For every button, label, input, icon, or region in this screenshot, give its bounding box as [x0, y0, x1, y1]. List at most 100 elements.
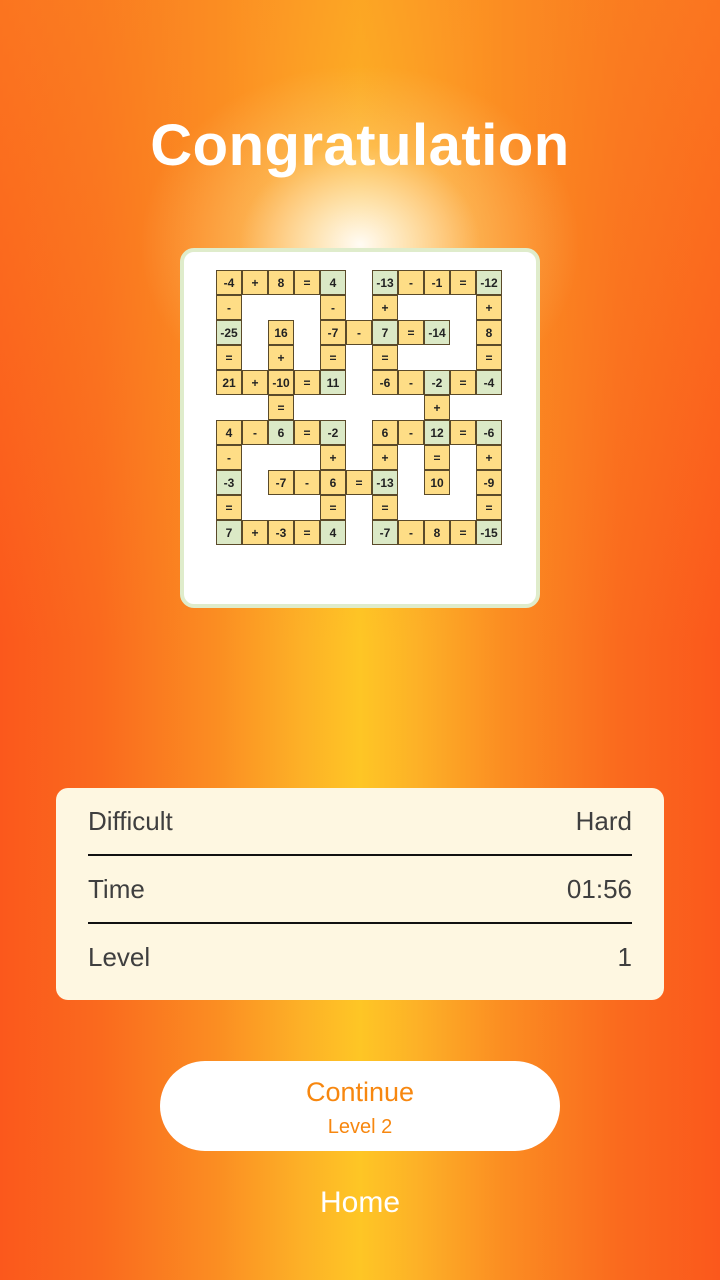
grid-cell: -	[320, 295, 346, 320]
grid-cell: +	[372, 445, 398, 470]
grid-cell: =	[294, 270, 320, 295]
stats-panel: Difficult Hard Time 01:56 Level 1	[56, 788, 664, 1000]
grid-empty	[424, 295, 450, 320]
grid-cell: -	[242, 420, 268, 445]
grid-cell: =	[450, 420, 476, 445]
grid-cell-result: 11	[320, 370, 346, 395]
grid-cell: -10	[268, 370, 294, 395]
grid-cell: -	[346, 320, 372, 345]
grid-empty	[294, 295, 320, 320]
grid-empty	[294, 495, 320, 520]
grid-empty	[346, 420, 372, 445]
grid-cell: +	[424, 395, 450, 420]
grid-cell: =	[294, 420, 320, 445]
grid-cell: +	[476, 445, 502, 470]
grid-cell: +	[242, 370, 268, 395]
congratulation-title: Congratulation	[150, 113, 570, 178]
grid-empty	[346, 495, 372, 520]
grid-empty	[398, 495, 424, 520]
grid-cell: -6	[372, 370, 398, 395]
puzzle-grid: -4 +8 = 4 -13- -1 = -12- - + + -25 16 -7-7 = -14 8 = + = = = 2…	[216, 270, 502, 545]
grid-empty	[398, 295, 424, 320]
continue-label: Continue	[305, 1077, 415, 1107]
grid-cell: -7	[320, 320, 346, 345]
grid-cell-result: -12	[476, 270, 502, 295]
grid-empty	[268, 445, 294, 470]
grid-cell: 8	[268, 270, 294, 295]
grid-cell: 8	[424, 520, 450, 545]
grid-cell: =	[372, 345, 398, 370]
grid-cell-result: -6	[476, 420, 502, 445]
grid-cell: -1	[424, 270, 450, 295]
grid-empty	[294, 395, 320, 420]
grid-cell: =	[320, 495, 346, 520]
grid-cell: -	[398, 520, 424, 545]
grid-empty	[242, 445, 268, 470]
home-button[interactable]: Home	[260, 1186, 460, 1220]
grid-cell: =	[476, 495, 502, 520]
grid-cell-result: -15	[476, 520, 502, 545]
grid-cell: =	[372, 495, 398, 520]
grid-empty	[398, 345, 424, 370]
grid-cell: =	[216, 495, 242, 520]
grid-empty	[346, 445, 372, 470]
grid-empty	[242, 295, 268, 320]
grid-empty	[346, 295, 372, 320]
grid-empty	[450, 470, 476, 495]
grid-empty	[242, 495, 268, 520]
grid-cell: -	[216, 295, 242, 320]
grid-empty	[450, 320, 476, 345]
grid-empty	[476, 395, 502, 420]
grid-cell: 6	[372, 420, 398, 445]
grid-cell-result: -3	[216, 470, 242, 495]
grid-empty	[216, 395, 242, 420]
grid-cell-result: -7	[372, 520, 398, 545]
grid-empty	[346, 395, 372, 420]
grid-empty	[424, 345, 450, 370]
grid-empty	[320, 395, 346, 420]
grid-cell-result: -2	[320, 420, 346, 445]
continue-button[interactable]: Continue Level 2	[160, 1061, 560, 1151]
grid-cell: 10	[424, 470, 450, 495]
grid-cell: =	[450, 370, 476, 395]
grid-cell: =	[320, 345, 346, 370]
grid-cell: =	[346, 470, 372, 495]
grid-empty	[450, 495, 476, 520]
grid-cell: =	[476, 345, 502, 370]
grid-cell-result: 4	[320, 520, 346, 545]
grid-cell: +	[372, 295, 398, 320]
grid-empty	[346, 520, 372, 545]
next-level-label: Level 2	[327, 1116, 393, 1138]
grid-cell: +	[320, 445, 346, 470]
grid-cell: =	[268, 395, 294, 420]
grid-cell-result: -13	[372, 270, 398, 295]
grid-cell: =	[424, 445, 450, 470]
grid-empty	[450, 345, 476, 370]
grid-cell-result: -2	[424, 370, 450, 395]
grid-cell: -3	[268, 520, 294, 545]
grid-empty	[294, 445, 320, 470]
grid-cell: +	[476, 295, 502, 320]
grid-cell: 4	[216, 420, 242, 445]
grid-empty	[398, 445, 424, 470]
grid-cell: -	[216, 445, 242, 470]
grid-cell-result: -25	[216, 320, 242, 345]
stat-label: Difficult	[88, 805, 173, 836]
grid-cell-result: 7	[216, 520, 242, 545]
grid-empty	[372, 395, 398, 420]
grid-empty	[242, 345, 268, 370]
grid-cell: 8	[476, 320, 502, 345]
grid-cell: =	[450, 270, 476, 295]
grid-cell: -	[398, 420, 424, 445]
grid-cell: 21	[216, 370, 242, 395]
grid-cell: +	[268, 345, 294, 370]
stat-label: Level	[88, 941, 151, 972]
grid-cell: =	[398, 320, 424, 345]
grid-empty	[294, 320, 320, 345]
grid-cell: -4	[216, 270, 242, 295]
grid-empty	[398, 470, 424, 495]
grid-cell-result: 7	[372, 320, 398, 345]
grid-cell: -	[398, 370, 424, 395]
grid-cell: +	[242, 520, 268, 545]
grid-empty	[242, 320, 268, 345]
